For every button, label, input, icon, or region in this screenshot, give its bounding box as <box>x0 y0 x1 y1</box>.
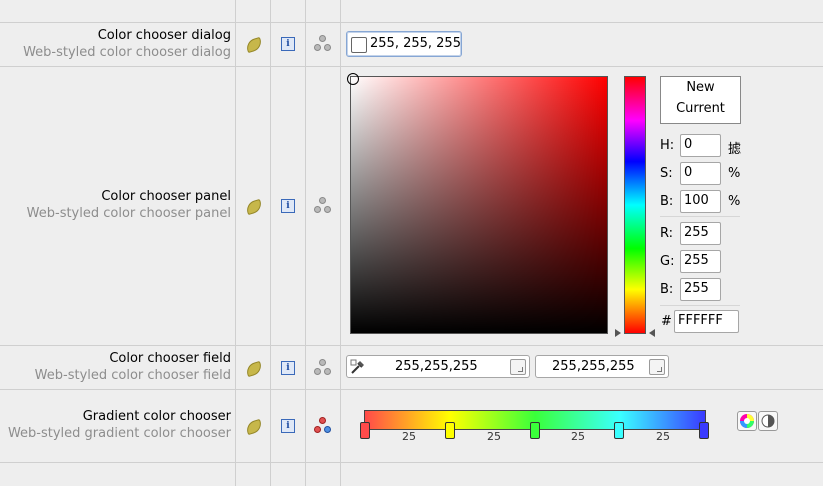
row-divider <box>0 22 823 23</box>
s-label: S: <box>660 166 673 181</box>
row-label-color-chooser-field: Color chooser field Web-styled color cho… <box>35 350 231 384</box>
gradient-stop-handle[interactable] <box>530 422 540 439</box>
h-unit: 摅 <box>728 142 742 157</box>
gradient-segment-label: 25 <box>571 430 585 443</box>
row-subtitle: Web-styled color chooser field <box>34 368 231 383</box>
gradient-stop-handle[interactable] <box>445 422 455 439</box>
blue-label: B: <box>660 282 674 297</box>
hex-input[interactable]: FFFFFF <box>674 310 739 333</box>
blue-input[interactable]: 255 <box>680 278 721 301</box>
column-divider <box>270 0 271 486</box>
row-subtitle: Web-styled color chooser panel <box>26 206 231 221</box>
r-input[interactable]: 255 <box>680 222 721 245</box>
color-picker-cursor[interactable] <box>347 73 359 85</box>
hue-slider-right-arrow[interactable] <box>649 329 655 337</box>
info-icon[interactable]: i <box>280 418 296 434</box>
leaf-icon[interactable] <box>244 36 264 54</box>
color-wheel-button[interactable] <box>737 411 757 431</box>
color-preview: New Current <box>660 76 741 124</box>
info-icon[interactable]: i <box>280 36 296 52</box>
divider <box>660 216 740 217</box>
gradient-segment-label: 25 <box>656 430 670 443</box>
color-chooser-dialog-button[interactable]: 255, 255, 255 <box>346 31 462 57</box>
row-title: Color chooser dialog <box>97 28 231 43</box>
row-divider <box>0 66 823 67</box>
color-field[interactable]: 255,255,255 <box>535 355 669 378</box>
gradient-segment-label: 25 <box>487 430 501 443</box>
graph-icon[interactable] <box>314 197 331 213</box>
graph-icon[interactable] <box>314 417 331 433</box>
color-field-with-picker[interactable]: 255,255,255 <box>346 355 530 378</box>
row-label-color-chooser-dialog: Color chooser dialog Web-styled color ch… <box>23 27 231 61</box>
row-subtitle: Web-styled gradient color chooser <box>7 426 231 441</box>
h-input[interactable]: 0 <box>680 134 721 157</box>
graph-icon[interactable] <box>314 35 331 51</box>
preview-new-label: New <box>686 80 715 95</box>
g-label: G: <box>660 254 675 269</box>
b-input[interactable]: 100 <box>680 190 721 213</box>
b-label: B: <box>660 194 674 209</box>
row-divider <box>0 389 823 390</box>
column-divider <box>340 0 341 486</box>
divider <box>660 305 740 306</box>
color-field-dropdown-button[interactable] <box>510 359 526 375</box>
color-field-value: 255,255,255 <box>395 359 478 374</box>
color-swatch <box>351 37 367 53</box>
graph-icon[interactable] <box>314 359 331 375</box>
contrast-button[interactable] <box>758 411 778 431</box>
info-icon[interactable]: i <box>280 198 296 214</box>
eyedropper-icon[interactable] <box>350 359 366 375</box>
hue-slider[interactable] <box>624 76 646 334</box>
row-label-color-chooser-panel: Color chooser panel Web-styled color cho… <box>27 188 231 222</box>
row-divider <box>0 462 823 463</box>
leaf-icon[interactable] <box>244 418 264 436</box>
gradient-stop-handle[interactable] <box>699 422 709 439</box>
color-field-value: 255,255,255 <box>552 359 635 374</box>
row-title: Color chooser field <box>109 351 231 366</box>
h-label: H: <box>660 138 675 153</box>
leaf-icon[interactable] <box>244 198 264 216</box>
s-unit: % <box>728 166 741 181</box>
color-value: 255, 255, 255 <box>370 36 461 51</box>
leaf-icon[interactable] <box>244 360 264 378</box>
hex-label: # <box>661 314 672 329</box>
row-label-gradient-color-chooser: Gradient color chooser Web-styled gradie… <box>8 408 231 442</box>
info-icon[interactable]: i <box>280 360 296 376</box>
r-label: R: <box>660 226 674 241</box>
color-field-dropdown-button[interactable] <box>649 359 665 375</box>
column-divider <box>305 0 306 486</box>
row-title: Gradient color chooser <box>82 409 231 424</box>
column-divider <box>235 0 236 486</box>
gradient-stop-handle[interactable] <box>360 422 370 439</box>
row-subtitle: Web-styled color chooser dialog <box>23 45 231 60</box>
gradient-segment-label: 25 <box>402 430 416 443</box>
hue-slider-left-arrow[interactable] <box>615 329 621 337</box>
saturation-brightness-area[interactable] <box>347 73 608 334</box>
preview-current-label: Current <box>676 101 725 116</box>
g-input[interactable]: 255 <box>680 250 721 273</box>
s-input[interactable]: 0 <box>680 162 721 185</box>
row-title: Color chooser panel <box>101 189 231 204</box>
row-divider <box>0 345 823 346</box>
b-unit: % <box>728 194 741 209</box>
contrast-icon <box>761 414 775 428</box>
color-wheel-icon <box>740 414 754 428</box>
gradient-stop-handle[interactable] <box>614 422 624 439</box>
